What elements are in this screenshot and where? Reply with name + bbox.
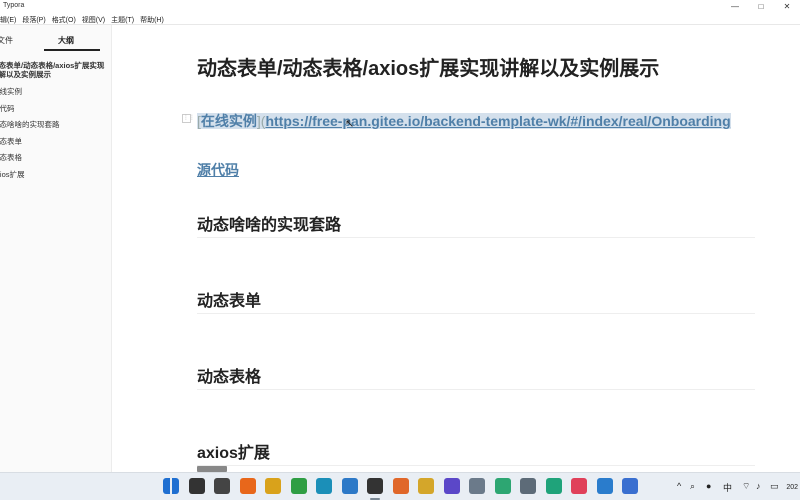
heading-axios-extension: axios扩展 bbox=[197, 439, 755, 466]
editor-area[interactable]: 动态表单/动态表格/axios扩展实现讲解以及实例展示 ⋮⋮ [在线实例](ht… bbox=[112, 25, 800, 472]
dev-tool-icon[interactable] bbox=[494, 478, 511, 494]
tray-chevron-icon[interactable]: ^ bbox=[677, 481, 681, 491]
typora-icon[interactable] bbox=[367, 478, 383, 494]
database-icon[interactable] bbox=[469, 478, 485, 494]
color-picker-icon[interactable] bbox=[265, 478, 281, 494]
task-view-icon[interactable] bbox=[214, 478, 230, 494]
menu-view[interactable]: 视图(V) bbox=[79, 13, 108, 24]
source-code-link[interactable]: 源代码 bbox=[197, 160, 239, 180]
menu-paragraph[interactable]: 段落(P) bbox=[19, 13, 48, 24]
input-method-indicator[interactable]: 中 bbox=[723, 481, 732, 494]
magnifier-app-icon[interactable] bbox=[392, 478, 409, 494]
sidebar-footer: ‹ </> bbox=[0, 454, 111, 472]
outline-list: 动态表单/动态表格/axios扩展实现讲解以及实例展示 在线实例 源代码 动态啥… bbox=[0, 61, 111, 186]
tray-search-icon[interactable]: ⌕ bbox=[690, 481, 695, 492]
wifi-icon[interactable]: ⌔ bbox=[742, 481, 750, 492]
notes-app-icon[interactable] bbox=[545, 478, 562, 494]
outline-item[interactable]: 动态啥啥的实现套路 bbox=[0, 119, 111, 136]
tray-app-icon[interactable]: ● bbox=[706, 481, 711, 491]
outline-item[interactable]: 动态表格 bbox=[0, 152, 111, 169]
outline-item[interactable]: 动态表单 bbox=[0, 136, 111, 153]
vscode-icon[interactable] bbox=[596, 478, 613, 494]
heading-dynamic-form: 动态表单 bbox=[197, 287, 755, 314]
window-title: Typora bbox=[3, 2, 25, 9]
calendar-app-icon[interactable] bbox=[341, 478, 358, 494]
tab-files[interactable]: 文件 bbox=[0, 35, 13, 46]
online-demo-text[interactable]: 在线实例 bbox=[201, 113, 257, 129]
menu-format[interactable]: 格式(O) bbox=[49, 13, 79, 24]
edge-icon[interactable] bbox=[316, 478, 332, 494]
tab-outline[interactable]: 大纲 bbox=[58, 35, 74, 46]
outline-item[interactable]: 源代码 bbox=[0, 103, 111, 120]
pocket-icon[interactable] bbox=[571, 478, 587, 494]
menu-help[interactable]: 帮助(H) bbox=[137, 13, 167, 24]
settings-icon[interactable] bbox=[520, 478, 536, 494]
typora-window: Typora — □ ✕ 编辑(E) 段落(P) 格式(O) 视图(V) 主题(… bbox=[0, 0, 800, 472]
block-handle-icon[interactable]: ⋮⋮ bbox=[182, 114, 195, 123]
outline-item[interactable]: axios扩展 bbox=[0, 169, 111, 186]
translator-icon[interactable] bbox=[622, 478, 638, 494]
menu-theme[interactable]: 主题(T) bbox=[108, 13, 137, 24]
clock[interactable]: 202 bbox=[786, 484, 798, 491]
heading-dynamic-table: 动态表格 bbox=[197, 363, 755, 390]
outline-item[interactable]: 动态表单/动态表格/axios扩展实现讲解以及实例展示 bbox=[0, 61, 109, 86]
volume-icon[interactable]: ♪ bbox=[756, 481, 761, 491]
search-icon[interactable] bbox=[188, 478, 205, 494]
close-button[interactable]: ✕ bbox=[774, 0, 800, 13]
minimize-button[interactable]: — bbox=[722, 0, 748, 13]
outline-item[interactable]: 在线实例 bbox=[0, 86, 111, 103]
vpn-icon[interactable] bbox=[443, 478, 460, 494]
chrome-icon[interactable] bbox=[290, 478, 307, 494]
heading-implementation: 动态啥啥的实现套路 bbox=[197, 211, 755, 238]
taskbar: ^ ⌕ ● 中 ⌔ ♪ ▭ 202 bbox=[0, 472, 800, 500]
file-manager-icon[interactable] bbox=[418, 478, 434, 494]
document-title: 动态表单/动态表格/axios扩展实现讲解以及实例展示 bbox=[197, 58, 660, 80]
battery-icon[interactable]: ▭ bbox=[770, 481, 779, 492]
online-demo-url[interactable]: https://free-pan.gitee.io/backend-templa… bbox=[265, 113, 730, 129]
firefox-icon[interactable] bbox=[239, 478, 256, 494]
text-cursor-icon: ↖ bbox=[345, 118, 355, 130]
title-bar: Typora — □ ✕ bbox=[0, 0, 800, 13]
menu-bar: 编辑(E) 段落(P) 格式(O) 视图(V) 主题(T) 帮助(H) bbox=[0, 13, 800, 25]
maximize-button[interactable]: □ bbox=[748, 0, 774, 13]
start-icon[interactable] bbox=[163, 478, 179, 494]
active-tab-indicator bbox=[44, 49, 100, 51]
sidebar: 文件 大纲 动态表单/动态表格/axios扩展实现讲解以及实例展示 在线实例 源… bbox=[0, 25, 112, 472]
menu-edit[interactable]: 编辑(E) bbox=[0, 13, 19, 24]
online-demo-link[interactable]: [在线实例](https://free-pan.gitee.io/backend… bbox=[197, 111, 757, 132]
